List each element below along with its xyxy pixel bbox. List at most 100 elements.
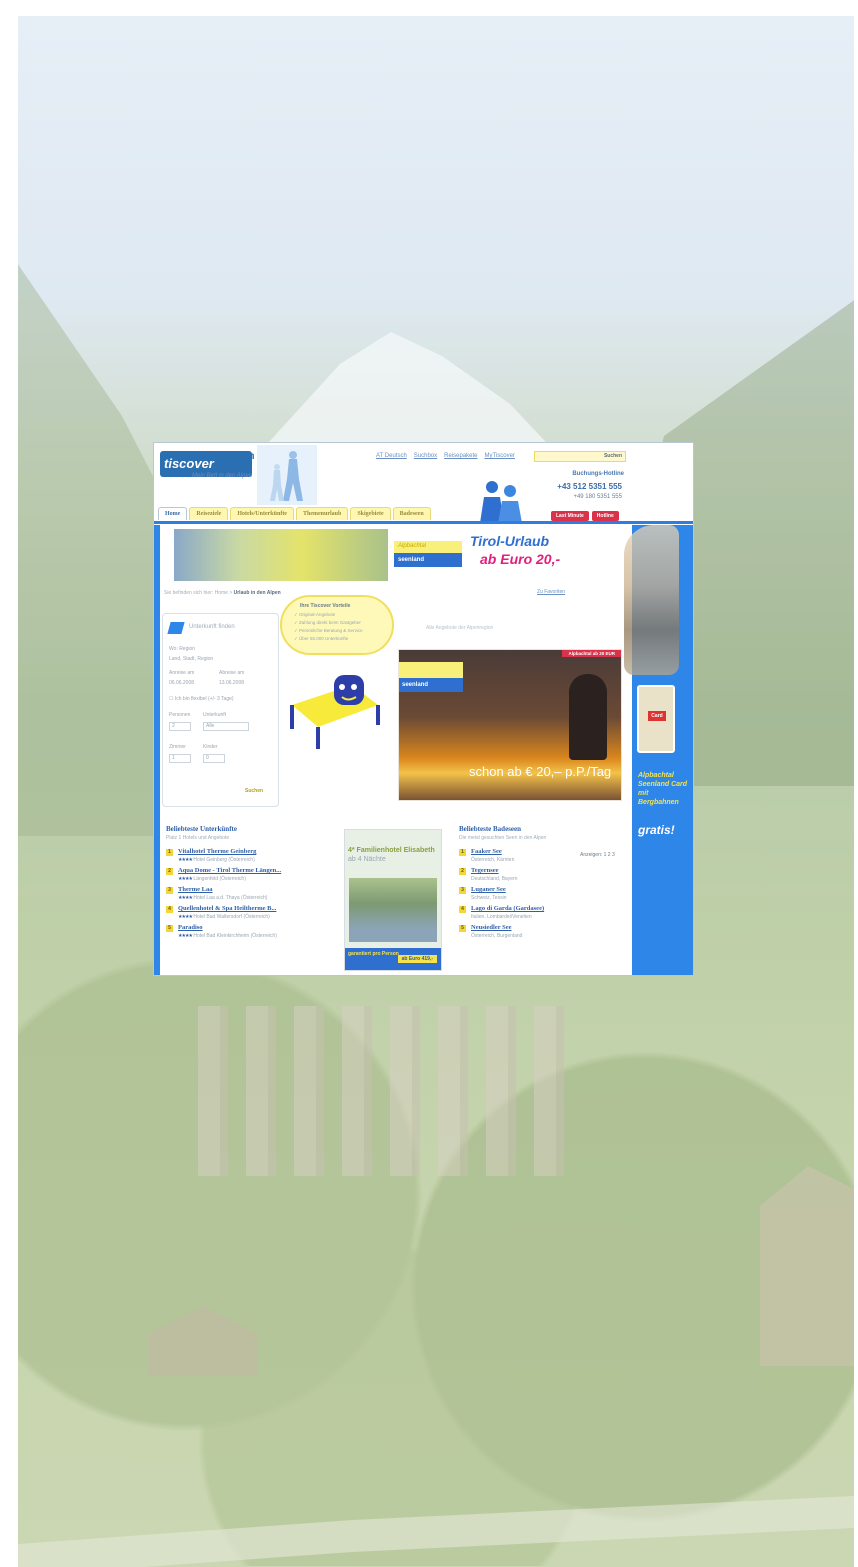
arrival-input[interactable]: 06.06.2008 xyxy=(169,680,194,686)
kids-label: Kinder xyxy=(203,744,218,750)
tab-badeseen[interactable]: Badeseen xyxy=(392,507,431,520)
flexible-label: Ich bin flexibel (+/- 3 Tage) xyxy=(174,696,234,702)
ad-subline: ab 4 Nächte xyxy=(348,856,386,863)
toplink-packages[interactable]: Reisepakete xyxy=(444,453,477,459)
hotel-link[interactable]: Therme Laa xyxy=(178,886,212,893)
card-label: Card xyxy=(648,711,666,721)
ad-footer-text: garantiert pro Person xyxy=(348,951,399,957)
banner-seenland-top: Alpbachtal xyxy=(398,543,427,549)
flexible-checkbox[interactable]: ☐ Ich bin flexibel (+/- 3 Tage) xyxy=(169,696,234,702)
search-button[interactable]: Suchen xyxy=(601,452,625,461)
banner-seenland-label: seenland xyxy=(394,553,462,567)
tab-last-minute[interactable]: Last Minute xyxy=(551,511,589,521)
rank-badge: 2 xyxy=(459,868,466,875)
location-text: Längenfeld (Österreich) xyxy=(193,876,246,882)
location-text: Hotel Geinberg (Österreich) xyxy=(193,857,255,863)
toplink-mytiscover[interactable]: MyTiscover xyxy=(485,453,515,459)
phone-secondary: +49 180 5351 555 xyxy=(573,494,622,500)
hotel-location: ★★★★ Hotel Geinberg (Österreich) xyxy=(178,857,255,863)
promo-seenland-logo: seenland xyxy=(399,662,463,692)
toplink-searchbox[interactable]: Suchbox xyxy=(414,453,437,459)
searchbox-icon xyxy=(167,622,185,634)
lake-location: Österreich, Kärnten xyxy=(471,857,515,863)
logo-suffix: com xyxy=(234,451,255,462)
lake-link[interactable]: Neusiedler See xyxy=(471,924,512,931)
lake-link[interactable]: Faaker See xyxy=(471,848,502,855)
persons-select[interactable]: 2 xyxy=(169,722,191,731)
rank-badge: 1 xyxy=(459,849,466,856)
favorites-link[interactable]: Zu Favoriten xyxy=(537,589,565,595)
category-value: Alle xyxy=(206,723,215,729)
kids-select[interactable]: 0 xyxy=(203,754,225,763)
ad-woman-photo xyxy=(624,525,679,675)
rooms-select[interactable]: 1 xyxy=(169,754,191,763)
region-input[interactable]: Land, Stadt, Region xyxy=(169,656,213,662)
search-input[interactable]: Suchen xyxy=(534,451,626,462)
rank-badge: 5 xyxy=(166,925,173,932)
banner-photo xyxy=(174,529,388,581)
region-label: Wo: Region xyxy=(169,646,196,652)
kids-value: 0 xyxy=(206,755,209,761)
tab-hotels[interactable]: Hotels/Unterkünfte xyxy=(230,507,294,520)
banner-seenland-logo: Alpbachtal seenland xyxy=(394,541,462,567)
tab-themenurlaub[interactable]: Themenurlaub xyxy=(295,507,349,520)
lakes-pagination[interactable]: Anzeigen: 1 2 3 xyxy=(580,852,615,858)
benefit-text: Zahlung direkt beim Gastgeber xyxy=(299,620,361,625)
arrival-label: Anreise am xyxy=(169,670,195,676)
site-header: tiscover com Mein Bett in den Alpen AT De… xyxy=(154,443,693,523)
tab-hotline[interactable]: Hotline xyxy=(591,511,619,521)
rank-badge: 2 xyxy=(166,868,173,875)
location-text: Hotel Laa a.d. Thaya (Österreich) xyxy=(193,895,268,901)
rating-stars: ★★★★ xyxy=(178,895,193,901)
ad-headline-text: 4* Familienhotel Elisabeth xyxy=(348,847,435,854)
hotel-ad[interactable]: 4* Familienhotel Elisabeth ab 4 Nächte ga… xyxy=(344,829,442,971)
rank-badge: 3 xyxy=(459,887,466,894)
category-select[interactable]: Alle xyxy=(203,722,249,731)
rank-badge: 3 xyxy=(166,887,173,894)
couple-icon xyxy=(480,481,522,523)
rank-badge: 4 xyxy=(459,906,466,913)
hotel-link[interactable]: Vitalhotel Therme Geinberg xyxy=(178,848,256,855)
ad-hotel-photo xyxy=(349,878,437,942)
hotel-link[interactable]: Quellenhotel & Spa Heiltherme B... xyxy=(178,905,276,912)
right-skyscraper-ad[interactable]: Card Alpbachtal Seenland Card mit Bergba… xyxy=(624,525,693,975)
red-tabs: Last Minute Hotline xyxy=(551,511,619,521)
banner-title: Tirol-Urlaub xyxy=(470,533,550,549)
rank-badge: 5 xyxy=(459,925,466,932)
top-banner-ad[interactable]: Alpbachtal seenland Tirol-Urlaub ab Euro… xyxy=(174,529,590,583)
banner-subtitle: ab Euro 20,- xyxy=(480,551,561,567)
top-links: AT Deutsch Suchbox Reisepakete MyTiscove… xyxy=(376,453,515,459)
benefit-item: ✓ Persönliche Beratung & Service xyxy=(294,628,363,633)
hotel-location: ★★★★ Längenfeld (Österreich) xyxy=(178,876,246,882)
silhouette-person xyxy=(569,674,607,760)
hotel-link[interactable]: Paradiso xyxy=(178,924,203,931)
toplink-language[interactable]: AT Deutsch xyxy=(376,453,407,459)
logo-text: tiscover xyxy=(164,456,214,471)
lake-link[interactable]: Lago di Garda (Gardasee) xyxy=(471,905,544,912)
ad-headline: 4* Familienhotel Elisabeth ab 4 Nächte xyxy=(348,846,435,864)
lake-location: Schweiz, Tessin xyxy=(471,895,507,901)
lake-location: Italien, Lombardei/Venetien xyxy=(471,914,532,920)
persons-value: 2 xyxy=(172,723,175,729)
sunset-promo-ad[interactable]: Alpbachtal ab 20 EUR seenland schon ab €… xyxy=(398,649,622,801)
promo-header: Alpbachtal ab 20 EUR xyxy=(562,650,621,657)
lake-link[interactable]: Tegernsee xyxy=(471,867,499,874)
benefit-item: ✓ Über 65.000 Unterkünfte xyxy=(294,636,349,641)
left-blue-bar xyxy=(154,525,160,975)
benefit-text: Original-Angebote xyxy=(299,612,336,617)
benefit-item: ✓ Zahlung direkt beim Gastgeber xyxy=(294,620,361,625)
skyscraper-gratis: gratis! xyxy=(638,823,675,837)
search-submit-button[interactable]: Suchen xyxy=(245,788,263,794)
tab-reiseziele[interactable]: Reiseziele xyxy=(189,507,229,520)
lake-location: Österreich, Burgenland xyxy=(471,933,523,939)
popular-accommodations-subtitle: Platz 1 Hotels und Angebote xyxy=(166,835,230,841)
hotel-link[interactable]: Aqua Dome - Tirol Therme Längen... xyxy=(178,867,281,874)
accommodation-search-box: Unterkunft finden Wo: Region Land, Stadt… xyxy=(162,613,279,807)
lake-link[interactable]: Luganer See xyxy=(471,886,506,893)
promo-seenland-label: seenland xyxy=(399,678,463,692)
tab-home[interactable]: Home xyxy=(158,507,188,520)
breadcrumb-prefix: Sie befinden sich hier: Home > xyxy=(164,590,233,596)
tab-skigebiete[interactable]: Skigebiete xyxy=(350,507,391,520)
departure-input[interactable]: 13.06.2008 xyxy=(219,680,244,686)
offers-link[interactable]: Alle Angebote der Alpenregion xyxy=(426,625,493,631)
